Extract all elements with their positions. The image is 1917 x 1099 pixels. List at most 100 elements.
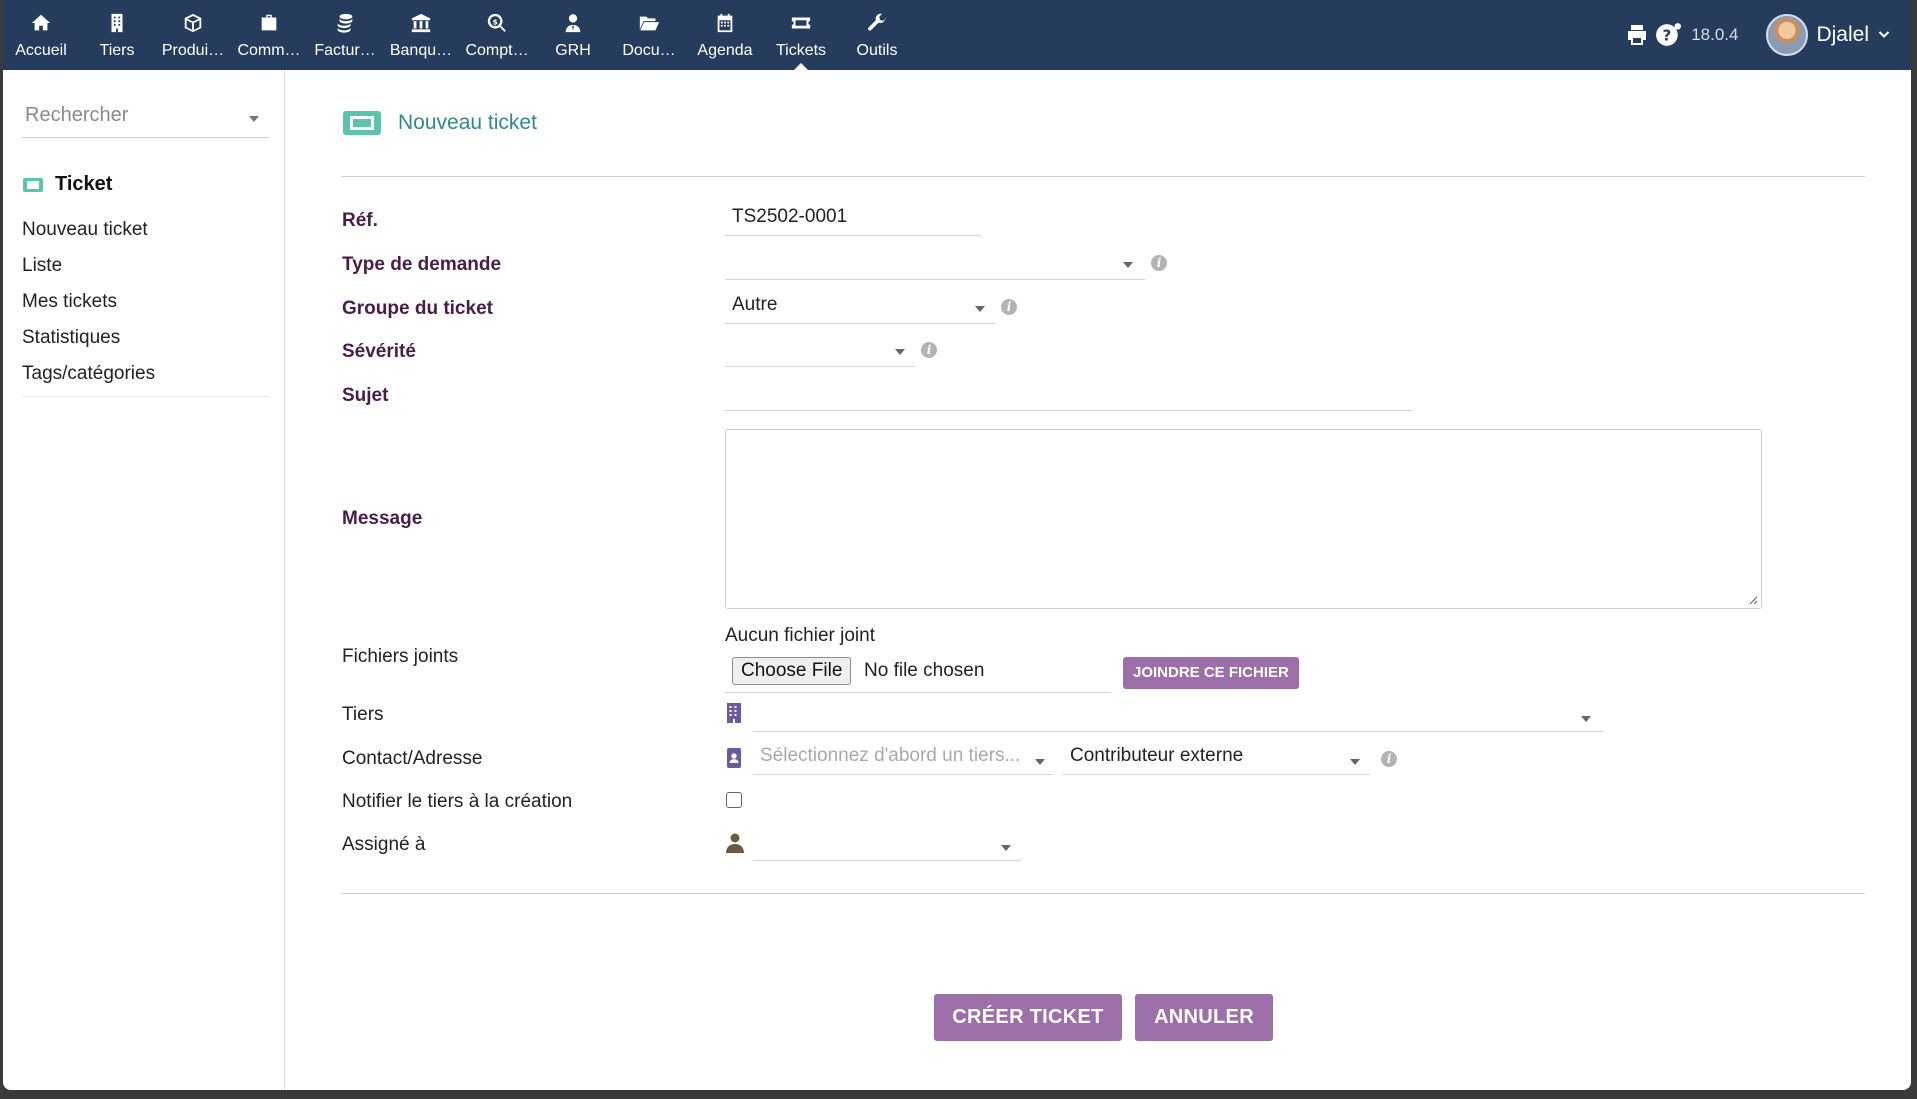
subject-input[interactable]: [725, 377, 1413, 411]
notify-checkbox[interactable]: [726, 792, 742, 808]
version-label: 18.0.4: [1691, 25, 1739, 44]
address-book-icon: [727, 748, 741, 768]
sidebar-link-new-ticket[interactable]: Nouveau ticket: [22, 212, 155, 248]
menu-item-label: Tickets: [775, 42, 827, 59]
dropdown-arrow-icon: [1035, 759, 1045, 765]
menu-item-commerce[interactable]: Comm…: [231, 0, 307, 70]
info-icon: i: [921, 342, 937, 358]
coins-icon: [337, 13, 353, 33]
attachments-label: Fichiers joints: [342, 646, 459, 667]
ref-value: TS2502-0001: [732, 206, 848, 227]
main-menu: Accueil Tiers Produi… Comm… Factur… Banq…: [3, 0, 915, 70]
create-ticket-button[interactable]: CRÉER TICKET: [934, 994, 1122, 1041]
attach-file-button[interactable]: JOINDRE CE FICHIER: [1123, 657, 1299, 689]
menu-item-label: Agenda: [697, 42, 753, 59]
print-icon[interactable]: [1625, 23, 1649, 47]
building-icon: [111, 13, 123, 33]
chevron-down-icon[interactable]: [1877, 28, 1891, 42]
dropdown-arrow-icon: [975, 306, 985, 312]
cancel-button[interactable]: ANNULER: [1135, 994, 1273, 1041]
file-chosen-text: No file chosen: [864, 660, 985, 681]
severity-label: Sévérité: [342, 341, 416, 362]
menu-item-label: Banqu…: [389, 42, 453, 59]
thirdparty-label: Tiers: [342, 704, 384, 725]
severity-select[interactable]: [725, 333, 915, 367]
help-icon[interactable]: ?: [1655, 22, 1682, 48]
no-attachment-text: Aucun fichier joint: [725, 625, 875, 646]
sidebar-links: Nouveau ticket Liste Mes tickets Statist…: [22, 212, 155, 392]
page-header: Nouveau ticket: [342, 110, 537, 136]
type-label: Type de demande: [342, 254, 502, 275]
svg-text:?: ?: [1663, 26, 1672, 44]
menu-item-tools[interactable]: Outils: [839, 0, 915, 70]
resize-grip-icon[interactable]: [1748, 595, 1758, 605]
ref-label: Réf.: [342, 210, 378, 231]
cube-icon: [184, 13, 202, 33]
user-avatar[interactable]: [1766, 14, 1809, 56]
bank-icon: [411, 13, 431, 33]
assigned-label: Assigné à: [342, 834, 426, 855]
sidebar-link-my-tickets[interactable]: Mes tickets: [22, 284, 155, 320]
menu-item-label: Comm…: [237, 42, 301, 59]
menu-item-label: Outils: [856, 42, 898, 59]
info-icon: i: [1151, 255, 1167, 271]
home-icon: [31, 14, 51, 31]
assigned-select[interactable]: [753, 827, 1021, 861]
sidebar-link-tags[interactable]: Tags/catégories: [22, 356, 155, 392]
ref-input[interactable]: TS2502-0001: [725, 202, 981, 236]
menu-item-billing[interactable]: Factur…: [307, 0, 383, 70]
search-placeholder: Rechercher: [25, 104, 129, 126]
dropdown-arrow-icon: [895, 349, 905, 355]
sidebar-link-statistics[interactable]: Statistiques: [22, 320, 155, 356]
dropdown-arrow-icon: [249, 116, 259, 122]
group-label: Groupe du ticket: [342, 298, 493, 319]
briefcase-icon: [261, 14, 277, 31]
contact-select[interactable]: Sélectionnez d'abord un tiers...: [753, 741, 1053, 775]
group-select[interactable]: Autre: [725, 290, 995, 324]
message-textarea[interactable]: [725, 429, 1762, 609]
top-menu-bar: Accueil Tiers Produi… Comm… Factur… Banq…: [3, 0, 1911, 70]
sidebar-divider: [22, 396, 269, 397]
page-title: Nouveau ticket: [398, 111, 537, 134]
menu-item-bank[interactable]: Banqu…: [383, 0, 459, 70]
ticket-icon: [791, 17, 811, 29]
contact-label: Contact/Adresse: [342, 748, 483, 769]
menu-item-products[interactable]: Produi…: [155, 0, 231, 70]
file-input: Choose File No file chosen: [725, 657, 1111, 693]
contact-role-value: Contributeur externe: [1070, 745, 1244, 766]
menu-item-accounting[interactable]: $ Compt…: [459, 0, 535, 70]
main-content: Nouveau ticket Réf. TS2502-0001 Type de …: [285, 70, 1911, 1090]
search-dollar-icon: $: [487, 13, 506, 32]
calendar-icon: [717, 13, 733, 33]
contact-role-select[interactable]: Contributeur externe: [1063, 741, 1370, 775]
choose-file-button[interactable]: Choose File: [732, 657, 852, 685]
menu-item-home[interactable]: Accueil: [3, 0, 79, 70]
contact-placeholder: Sélectionnez d'abord un tiers...: [760, 745, 1021, 766]
menu-item-documents[interactable]: Docu…: [611, 0, 687, 70]
sidebar-link-list[interactable]: Liste: [22, 248, 155, 284]
message-label: Message: [342, 508, 423, 529]
type-select[interactable]: [725, 246, 1145, 280]
menu-item-tickets[interactable]: Tickets: [763, 0, 839, 70]
left-sidebar: Rechercher Ticket Nouveau ticket Liste M…: [3, 70, 285, 1090]
menu-item-tiers[interactable]: Tiers: [79, 0, 155, 70]
menu-item-label: Produi…: [161, 42, 225, 59]
top-right-tools: ? 18.0.4 Djalel: [1625, 0, 1911, 70]
notify-label: Notifier le tiers à la création: [342, 791, 573, 812]
sidebar-section-title[interactable]: Ticket: [22, 173, 112, 196]
sidebar-section-label: Ticket: [55, 173, 113, 195]
dropdown-arrow-icon: [1350, 759, 1360, 765]
menu-item-agenda[interactable]: Agenda: [687, 0, 763, 70]
menu-item-hr[interactable]: GRH: [535, 0, 611, 70]
menu-item-label: GRH: [555, 42, 591, 59]
user-tie-icon: [565, 14, 581, 33]
dropdown-arrow-icon: [1123, 262, 1133, 268]
menu-item-label: Compt…: [465, 42, 529, 59]
thirdparty-select[interactable]: [753, 698, 1603, 732]
form-footer-divider: [341, 893, 1865, 894]
sidebar-search-select[interactable]: Rechercher: [22, 104, 269, 138]
group-value: Autre: [732, 294, 778, 315]
info-icon: i: [1381, 751, 1397, 767]
user-name[interactable]: Djalel: [1816, 23, 1869, 47]
menu-item-label: Factur…: [314, 42, 376, 59]
